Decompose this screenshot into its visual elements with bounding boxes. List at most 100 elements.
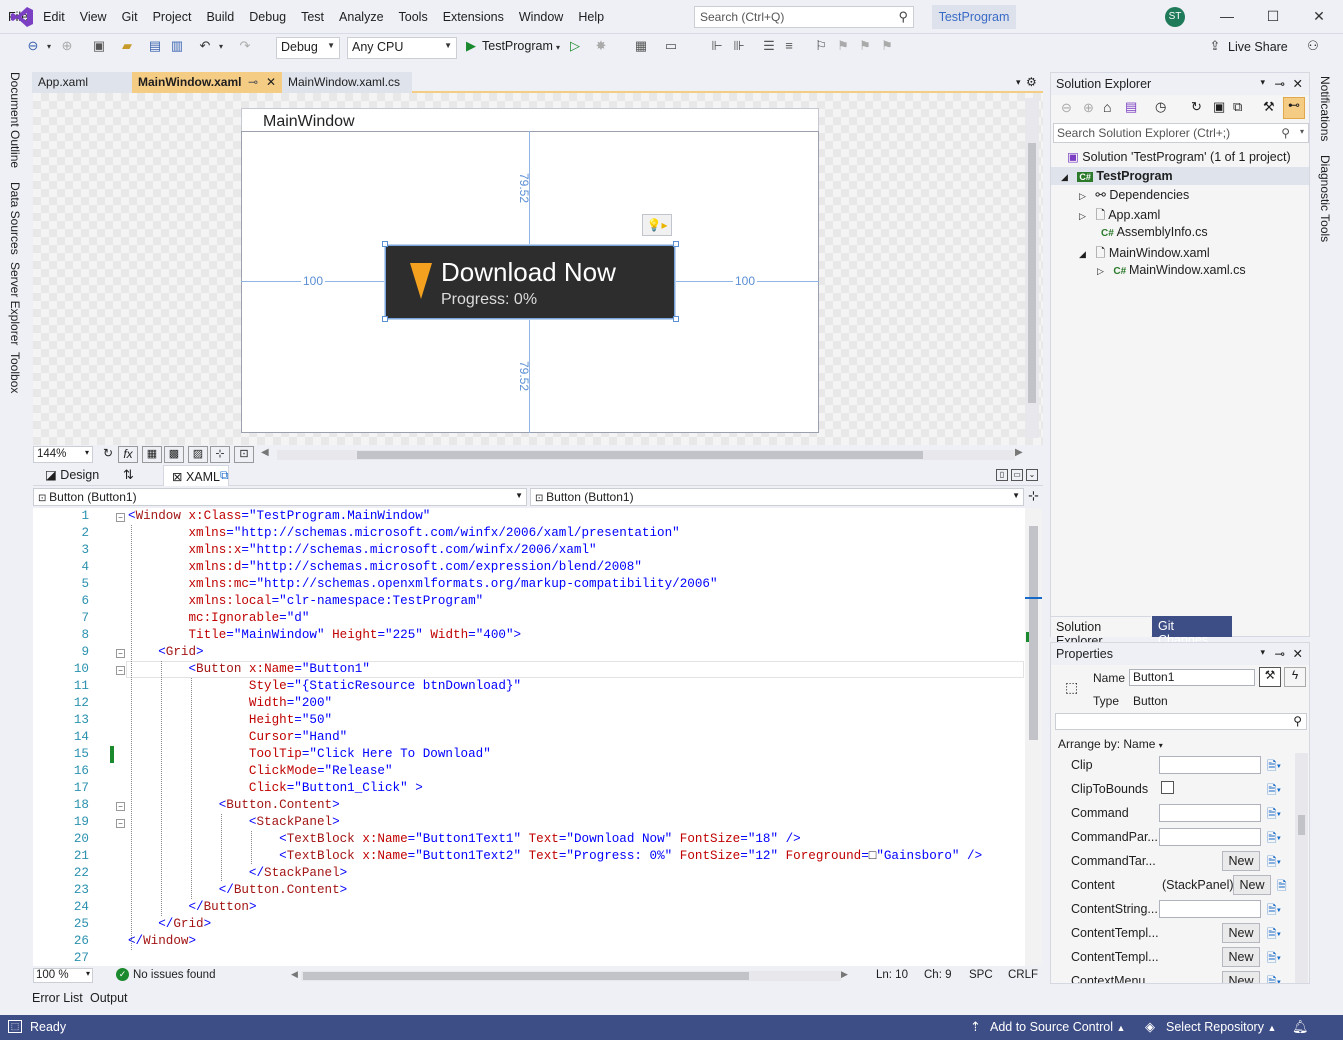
- prop-content-new-button[interactable]: New: [1233, 875, 1271, 895]
- close-tab-icon[interactable]: ✕: [266, 75, 276, 89]
- vertical-split-icon[interactable]: ▯: [996, 469, 1008, 481]
- scroll-thumb[interactable]: [303, 972, 749, 980]
- platform-select[interactable]: Any CPU ▼: [347, 37, 457, 59]
- prop-contentstringformat-input[interactable]: [1159, 900, 1261, 918]
- tab-mainwindow-xaml[interactable]: MainWindow.xaml ⊸ ✕: [132, 72, 282, 93]
- code-line[interactable]: </Window>: [128, 934, 196, 948]
- code-line[interactable]: <Button x:Name="Button1": [128, 662, 369, 676]
- hot-reload-icon[interactable]: ✸: [592, 38, 610, 58]
- fold-toggle-icon[interactable]: −: [116, 513, 125, 522]
- grid-icon[interactable]: ▦: [142, 446, 162, 463]
- prop-commandtarget-new-button[interactable]: New: [1222, 851, 1260, 871]
- tab-app-xaml[interactable]: App.xaml: [32, 72, 132, 93]
- code-line[interactable]: Height="50": [128, 713, 332, 727]
- tab-document-outline[interactable]: Document Outline: [8, 72, 22, 168]
- uncomment-icon[interactable]: ≡: [780, 38, 798, 58]
- menu-analyze[interactable]: Analyze: [331, 10, 390, 24]
- code-line[interactable]: <Button.Content>: [128, 798, 340, 812]
- tree-item-app-xaml[interactable]: ▷ 🗋︎ App.xaml: [1079, 206, 1160, 227]
- snap-lines-icon[interactable]: ⊹: [210, 446, 230, 463]
- prop-command-input[interactable]: [1159, 804, 1261, 822]
- preview-icon[interactable]: ⊷: [1283, 97, 1305, 119]
- pin-icon[interactable]: ⊸: [1275, 76, 1285, 91]
- select-repository[interactable]: Select Repository ▲: [1166, 1020, 1276, 1034]
- tab-mainwindow-xaml-cs[interactable]: MainWindow.xaml.cs: [282, 72, 412, 93]
- designer-horizontal-scrollbar[interactable]: [277, 450, 1015, 460]
- menu-view[interactable]: View: [72, 10, 114, 24]
- name-input[interactable]: Button1: [1129, 669, 1255, 686]
- add-to-source-control[interactable]: Add to Source Control ▲: [990, 1020, 1125, 1034]
- close-panel-icon[interactable]: ✕: [1293, 76, 1303, 91]
- arrange-by-dropdown[interactable]: Arrange by: Name ▾: [1058, 737, 1163, 751]
- editor-horizontal-scrollbar[interactable]: [301, 971, 841, 981]
- data-binding-icon[interactable]: 🗎: [1277, 877, 1287, 898]
- prop-contenttemplate-new-button[interactable]: New: [1222, 923, 1260, 943]
- pending-changes-icon[interactable]: ◷: [1155, 99, 1166, 115]
- next-bookmark-icon[interactable]: ⚑: [856, 38, 874, 58]
- menu-edit[interactable]: Edit: [35, 10, 72, 24]
- code-line[interactable]: ToolTip="Click Here To Download": [128, 747, 491, 761]
- live-share-button[interactable]: Live Share: [1228, 40, 1288, 60]
- fold-toggle-icon[interactable]: −: [116, 666, 125, 675]
- prop-cliptobounds-checkbox[interactable]: [1161, 781, 1174, 794]
- code-line[interactable]: mc:Ignorable="d": [128, 611, 309, 625]
- data-binding-icon[interactable]: 🗎▾: [1267, 901, 1281, 922]
- data-binding-icon[interactable]: 🗎▾: [1267, 973, 1281, 983]
- line-ending-status[interactable]: CRLF: [1008, 969, 1038, 981]
- tab-output[interactable]: Output: [90, 991, 128, 1005]
- properties-scrollbar[interactable]: [1295, 753, 1308, 983]
- tab-notifications[interactable]: Notifications: [1318, 76, 1332, 141]
- tab-data-sources[interactable]: Data Sources: [8, 182, 22, 255]
- minimize-icon[interactable]: —: [1217, 8, 1237, 24]
- scroll-thumb[interactable]: [357, 451, 923, 459]
- run-target-button[interactable]: TestProgram: [482, 39, 554, 59]
- maximize-icon[interactable]: ☐: [1263, 8, 1283, 25]
- comment-icon[interactable]: ☰: [760, 38, 778, 58]
- collapse-all-icon[interactable]: ▣: [1213, 99, 1225, 115]
- switch-views-icon[interactable]: ▤: [1125, 99, 1137, 115]
- code-line[interactable]: xmlns:mc="http://schemas.openxmlformats.…: [128, 577, 717, 591]
- code-line[interactable]: xmlns:x="http://schemas.microsoft.com/wi…: [128, 543, 596, 557]
- code-line[interactable]: Width="200": [128, 696, 332, 710]
- code-line[interactable]: <TextBlock x:Name="Button1Text2" Text="P…: [128, 849, 982, 863]
- collapse-pane-icon[interactable]: ⌄: [1026, 469, 1038, 481]
- solution-icon[interactable]: ▦: [632, 38, 650, 58]
- sync-icon[interactable]: ↻: [1191, 99, 1202, 115]
- events-lightning-icon[interactable]: ϟ: [1284, 667, 1306, 687]
- show-all-files-icon[interactable]: ⧉: [1233, 99, 1242, 115]
- data-binding-icon[interactable]: 🗎▾: [1267, 925, 1281, 946]
- scroll-left-icon[interactable]: ◀: [291, 969, 298, 980]
- bookmark-icon[interactable]: ⚐: [812, 38, 830, 58]
- tab-error-list[interactable]: Error List: [32, 991, 83, 1005]
- menu-build[interactable]: Build: [198, 10, 241, 24]
- tab-overflow-icon[interactable]: ▾: [1010, 74, 1024, 95]
- zoom-select[interactable]: 144% ▾: [33, 446, 93, 463]
- forward-icon[interactable]: ⊕: [1083, 100, 1094, 116]
- prop-commandparameter-input[interactable]: [1159, 828, 1261, 846]
- whitespace-status[interactable]: SPC: [969, 969, 993, 981]
- code-line[interactable]: Title="MainWindow" Height="225" Width="4…: [128, 628, 521, 642]
- distribute-icon[interactable]: ⊪: [730, 38, 748, 58]
- data-binding-icon[interactable]: 🗎▾: [1267, 805, 1281, 826]
- menu-project[interactable]: Project: [145, 10, 199, 24]
- search-input[interactable]: Search (Ctrl+Q) ⚲: [694, 6, 914, 28]
- swap-panes-button[interactable]: ⇅: [123, 467, 134, 483]
- prev-bookmark-icon[interactable]: ⚑: [834, 38, 852, 58]
- tree-item-mainwindow-xaml[interactable]: ◢ 🗋︎ MainWindow.xaml: [1079, 244, 1210, 265]
- resize-handle[interactable]: [382, 316, 388, 322]
- element-select-right[interactable]: ⊡ Button (Button1) ▼: [530, 488, 1024, 506]
- data-binding-icon[interactable]: 🗎▾: [1267, 781, 1281, 802]
- undo-icon[interactable]: ↶: [196, 38, 214, 58]
- properties-wrench-icon[interactable]: ⚒: [1259, 667, 1281, 687]
- resize-handle[interactable]: [673, 316, 679, 322]
- prop-contextmenu-new-button[interactable]: New: [1222, 971, 1260, 983]
- back-icon[interactable]: ⊖: [24, 38, 42, 58]
- resize-handle[interactable]: [382, 241, 388, 247]
- layout-icon[interactable]: ▭: [662, 38, 680, 58]
- code-line[interactable]: <Window x:Class="TestProgram.MainWindow": [128, 509, 430, 523]
- tab-diagnostic-tools[interactable]: Diagnostic Tools: [1318, 155, 1332, 242]
- scroll-right-icon[interactable]: ▶: [1015, 447, 1023, 458]
- data-binding-icon[interactable]: 🗎▾: [1267, 949, 1281, 970]
- scroll-right-icon[interactable]: ▶: [841, 969, 848, 980]
- save-all-icon[interactable]: ▥: [168, 38, 186, 58]
